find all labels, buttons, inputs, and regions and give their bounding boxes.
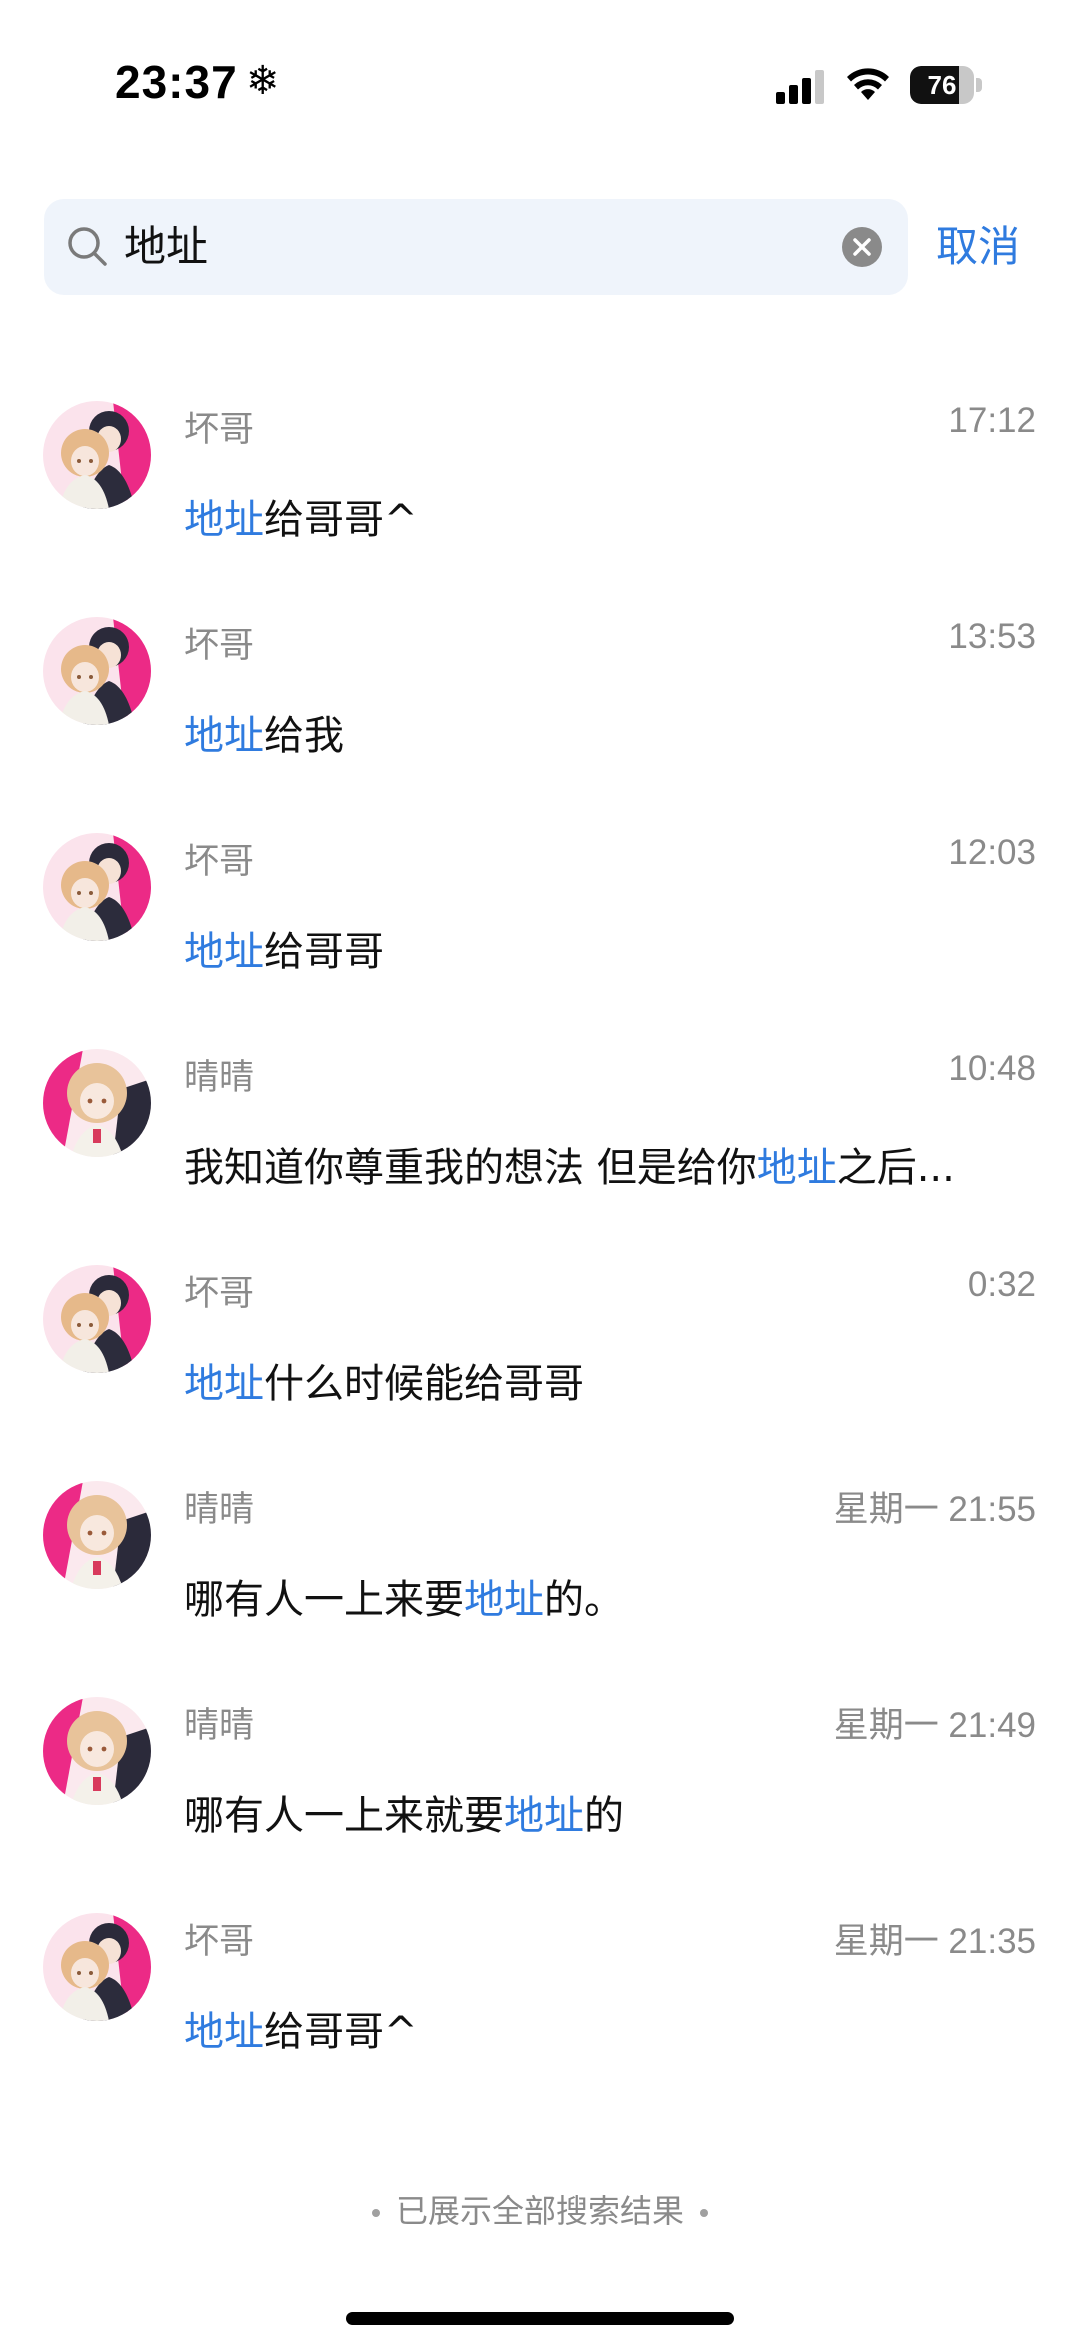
- message-time: 13:53: [948, 617, 1036, 656]
- avatar: [43, 401, 151, 509]
- message-time: 10:48: [948, 1049, 1036, 1088]
- snippet-highlight: 地址: [184, 2009, 264, 2055]
- message-snippet: 哪有人一上来就要地址的: [184, 1783, 1014, 1841]
- message-snippet: 地址给哥哥: [184, 919, 1014, 977]
- dot-left-icon: [371, 2209, 380, 2217]
- avatar: [43, 1913, 151, 2021]
- message-time: 0:32: [967, 1265, 1036, 1304]
- snippet-after: 给哥哥: [264, 929, 384, 975]
- snippet-after: 给我: [264, 713, 344, 759]
- snippet-before: 哪有人一上来就要: [184, 1793, 504, 1839]
- cancel-button[interactable]: 取消: [936, 199, 1020, 295]
- dot-right-icon: [700, 2209, 708, 2217]
- battery-indicator: 76: [910, 66, 982, 104]
- contact-name: 坏哥: [184, 410, 255, 450]
- search-result-item[interactable]: 晴晴 星期一 21:55 哪有人一上来要地址的。: [0, 1455, 1080, 1671]
- message-time: 星期一 21:35: [833, 1922, 1036, 1961]
- home-indicator[interactable]: [346, 2312, 734, 2325]
- message-snippet: 地址给哥哥^: [184, 1999, 1014, 2057]
- avatar: [43, 617, 151, 725]
- wifi-icon: [847, 68, 889, 100]
- snippet-highlight: 地址: [184, 713, 264, 759]
- contact-name: 坏哥: [184, 626, 255, 666]
- search-result-item[interactable]: 坏哥 星期一 21:35 地址给哥哥^: [0, 1887, 1080, 2103]
- snippet-highlight: 地址: [184, 497, 264, 543]
- results-end-text: 已展示全部搜索结果: [395, 2192, 684, 2230]
- contact-name: 晴晴: [184, 1058, 255, 1098]
- message-time: 星期一 21:55: [833, 1490, 1036, 1529]
- search-result-item[interactable]: 晴晴 星期一 21:49 哪有人一上来就要地址的: [0, 1671, 1080, 1887]
- search-input[interactable]: [124, 199, 764, 295]
- avatar: [43, 1481, 151, 1589]
- search-result-item[interactable]: 晴晴 10:48 我知道你尊重我的想法 但是给你地址之后...: [0, 1023, 1080, 1239]
- contact-name: 坏哥: [184, 1922, 255, 1962]
- snippet-after: 什么时候能给哥哥: [264, 1361, 584, 1407]
- contact-name: 坏哥: [184, 842, 255, 882]
- snowflake-icon: ❄: [246, 58, 280, 104]
- cellular-signal-icon: [776, 70, 824, 104]
- avatar: [43, 833, 151, 941]
- snippet-highlight: 地址: [184, 929, 264, 975]
- clear-icon[interactable]: [840, 225, 884, 269]
- search-bar[interactable]: [44, 199, 908, 295]
- message-time: 12:03: [948, 833, 1036, 872]
- avatar: [43, 1697, 151, 1805]
- snippet-after: 给哥哥^: [264, 2009, 418, 2055]
- status-bar: 23:37 ❄ 76: [0, 0, 1080, 170]
- snippet-before: 哪有人一上来要: [184, 1577, 464, 1623]
- avatar: [43, 1049, 151, 1157]
- search-result-item[interactable]: 坏哥 17:12 地址给哥哥^: [0, 375, 1080, 591]
- avatar: [43, 1265, 151, 1373]
- message-snippet: 地址什么时候能给哥哥: [184, 1351, 1014, 1409]
- snippet-after: 的。: [544, 1577, 624, 1623]
- results-end-note: 已展示全部搜索结果: [0, 2186, 1080, 2232]
- snippet-highlight: 地址: [756, 1145, 837, 1191]
- contact-name: 晴晴: [184, 1706, 255, 1746]
- message-time: 星期一 21:49: [833, 1706, 1036, 1745]
- search-result-item[interactable]: 坏哥 0:32 地址什么时候能给哥哥: [0, 1239, 1080, 1455]
- message-snippet: 地址给我: [184, 703, 1014, 761]
- search-icon: [68, 227, 107, 266]
- snippet-highlight: 地址: [504, 1793, 584, 1839]
- search-result-item[interactable]: 坏哥 12:03 地址给哥哥: [0, 807, 1080, 1023]
- status-time: 23:37: [115, 56, 238, 108]
- contact-name: 晴晴: [184, 1490, 255, 1530]
- message-snippet: 我知道你尊重我的想法 但是给你地址之后...: [184, 1135, 1014, 1193]
- contact-name: 坏哥: [184, 1274, 255, 1314]
- battery-percent: 76: [927, 70, 957, 100]
- search-result-item[interactable]: 坏哥 13:53 地址给我: [0, 591, 1080, 807]
- message-snippet: 地址给哥哥^: [184, 487, 1014, 545]
- snippet-after: 之后...: [836, 1145, 955, 1191]
- snippet-after: 的: [584, 1793, 624, 1839]
- snippet-after: 给哥哥^: [264, 497, 418, 543]
- message-time: 17:12: [948, 401, 1036, 440]
- snippet-before: 我知道你尊重我的想法 但是给你: [184, 1145, 757, 1191]
- snippet-highlight: 地址: [184, 1361, 264, 1407]
- snippet-highlight: 地址: [464, 1577, 544, 1623]
- search-results-list: 坏哥 17:12 地址给哥哥^ 坏哥 13:53 地址给我 坏哥 12:03 地址给哥哥 晴晴 10…: [0, 375, 1080, 2103]
- message-snippet: 哪有人一上来要地址的。: [184, 1567, 1014, 1625]
